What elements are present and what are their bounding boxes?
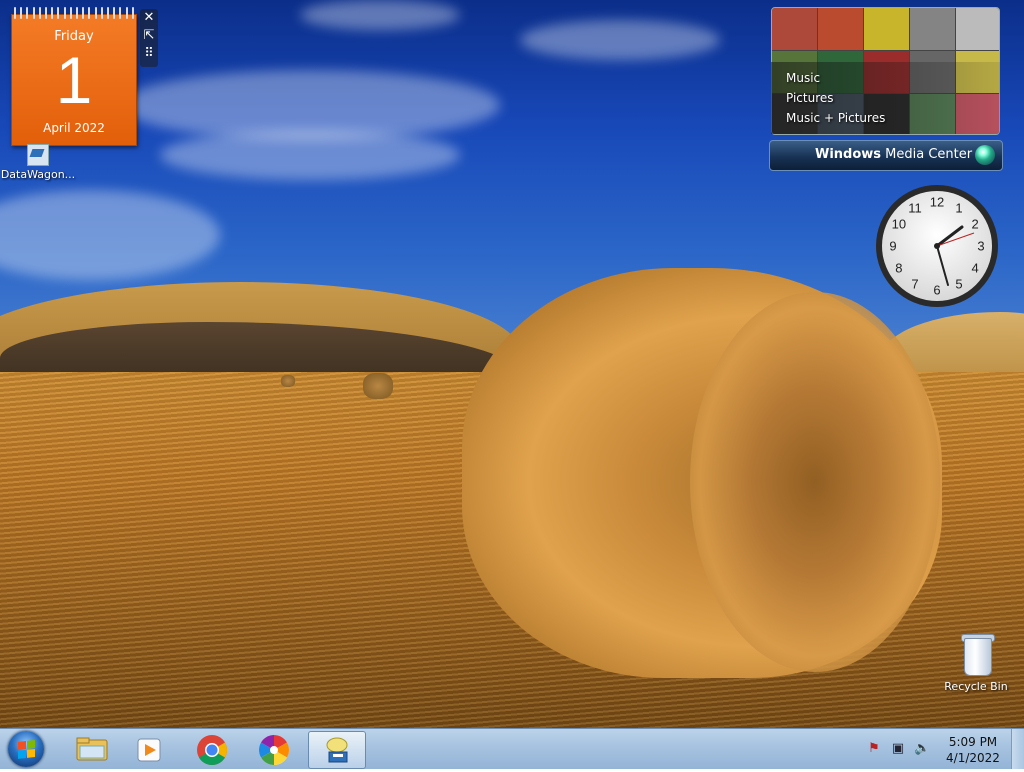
datawagon-icon: [326, 737, 348, 763]
hay-bale-small: [363, 373, 393, 399]
media-center-title: Windows Media Center: [815, 147, 973, 162]
clock-numeral: 3: [977, 239, 984, 254]
desktop-icon-recycle-bin[interactable]: Recycle Bin: [944, 632, 1008, 693]
calendar-rings: [14, 7, 134, 19]
clock-gadget[interactable]: 12 12 3 45678 9 1011: [874, 183, 1000, 309]
clock-numeral: 2: [971, 217, 978, 232]
media-center-bar[interactable]: Windows Media Center: [769, 140, 1003, 171]
taskbar-chrome[interactable]: [184, 731, 240, 767]
close-icon[interactable]: ✕: [140, 9, 158, 27]
hay-bale-small: [281, 375, 295, 387]
clock-numeral: 12: [930, 195, 944, 210]
windows-flag-icon: [18, 740, 35, 759]
desktop-icon-label: Recycle Bin: [944, 680, 1008, 693]
clock-numeral: 7: [911, 277, 918, 292]
action-center-alert-icon[interactable]: ⚑: [866, 741, 882, 757]
calendar-weekday: Friday: [54, 29, 94, 44]
media-player-icon: [137, 738, 161, 762]
clock-numeral: 8: [895, 261, 902, 276]
chrome-icon: [197, 735, 228, 765]
taskbar-clock[interactable]: 5:09 PM 4/1/2022: [940, 734, 1006, 766]
clock-numeral: 4: [971, 261, 978, 276]
gadget-toolbar: ✕ ⇱ ⠿: [140, 9, 158, 67]
clock-numeral: 9: [889, 239, 896, 254]
menu-item-music-pictures[interactable]: Music + Pictures: [786, 108, 885, 128]
cloud: [520, 20, 720, 60]
taskbar-windows-explorer[interactable]: [64, 731, 120, 767]
clock-numeral: 10: [892, 217, 906, 232]
clock-numeral: 11: [908, 200, 922, 215]
desktop-icon-datawagon[interactable]: DataWagon...: [0, 144, 76, 181]
resize-icon[interactable]: ⇱: [140, 27, 158, 45]
calendar-month-year: April 2022: [43, 121, 105, 135]
media-center-menu: Music Pictures Music + Pictures: [786, 68, 885, 128]
photos-icon: [258, 735, 290, 765]
windows-explorer-icon: [76, 737, 108, 761]
start-button[interactable]: [8, 731, 44, 767]
hay-bale-face: [690, 292, 940, 672]
menu-item-pictures[interactable]: Pictures: [786, 88, 885, 108]
taskbar-datawagon[interactable]: [308, 731, 366, 769]
taskbar-date: 4/1/2022: [946, 751, 1000, 765]
show-desktop-button[interactable]: [1011, 729, 1024, 769]
desktop-icon-label: DataWagon...: [0, 168, 76, 181]
datawagon-shortcut-icon: [27, 144, 49, 166]
cloud: [160, 130, 460, 180]
clock-numeral: 6: [933, 283, 940, 298]
taskbar-time: 5:09 PM: [948, 735, 998, 749]
drag-handle-icon[interactable]: ⠿: [140, 45, 158, 63]
menu-item-music[interactable]: Music: [786, 68, 885, 88]
cloud: [300, 0, 460, 30]
clock-center: [934, 243, 940, 249]
windows-logo-icon: [975, 145, 995, 165]
clock-numeral: 1: [955, 200, 962, 215]
taskbar-media-player[interactable]: [122, 731, 178, 767]
volume-icon[interactable]: 🔈: [914, 741, 930, 757]
taskbar-photos[interactable]: [246, 731, 302, 767]
recycle-bin-icon: [960, 632, 995, 676]
network-icon[interactable]: ▣: [890, 741, 906, 757]
taskbar: ⚑ ▣ 🔈 5:09 PM 4/1/2022: [0, 728, 1024, 769]
clock-numeral: 5: [955, 277, 962, 292]
calendar-gadget[interactable]: Friday 1 April 2022: [11, 7, 137, 146]
calendar-day-number: 1: [55, 43, 93, 117]
